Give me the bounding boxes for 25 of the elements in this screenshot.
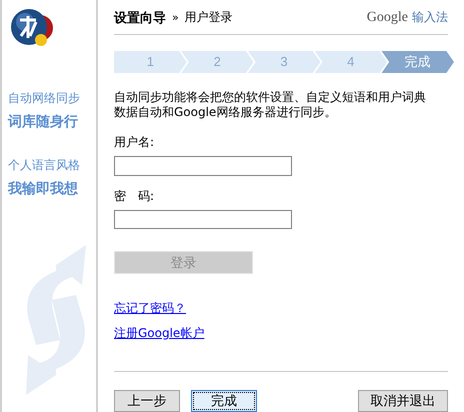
feature-slogan: 词库随身行 [8,113,79,131]
wizard-button[interactable]: 取消并退出 [358,390,448,412]
wizard-step: 1 [114,50,187,74]
page-title: 用户登录 [184,9,233,26]
wizard-title: 设置向导 [114,10,166,27]
wizard-step: 2 [180,50,254,74]
feature-slogan: 我输即我想 [8,180,79,198]
app-logo-icon [10,8,54,48]
feature-title: 自动网络同步 [8,90,81,107]
wizard-button[interactable]: 完成 [191,390,257,412]
password-field[interactable] [114,210,292,229]
link[interactable]: 注册Google帐户 [114,325,204,342]
username-field[interactable] [114,156,292,176]
field-label: 密 码: [114,188,156,205]
breadcrumb-separator: » [172,11,179,24]
description-text: 自动同步功能将会把您的软件设置、自定义短语和用户词典数据自动和Google网络服务器进行同步。 [114,90,427,120]
wizard-button[interactable]: 上一步 [114,390,180,412]
field-label: 用户名: [114,134,156,152]
brand-name: Google [366,10,408,26]
feature-title: 个人语言风格 [8,157,81,174]
wizard-step: 4 [314,50,388,74]
wizard-step: 完成 [381,50,454,74]
product-name: 输入法 [412,9,448,26]
wizard-step: 3 [248,50,320,74]
link[interactable]: 忘记了密码？ [114,300,186,317]
